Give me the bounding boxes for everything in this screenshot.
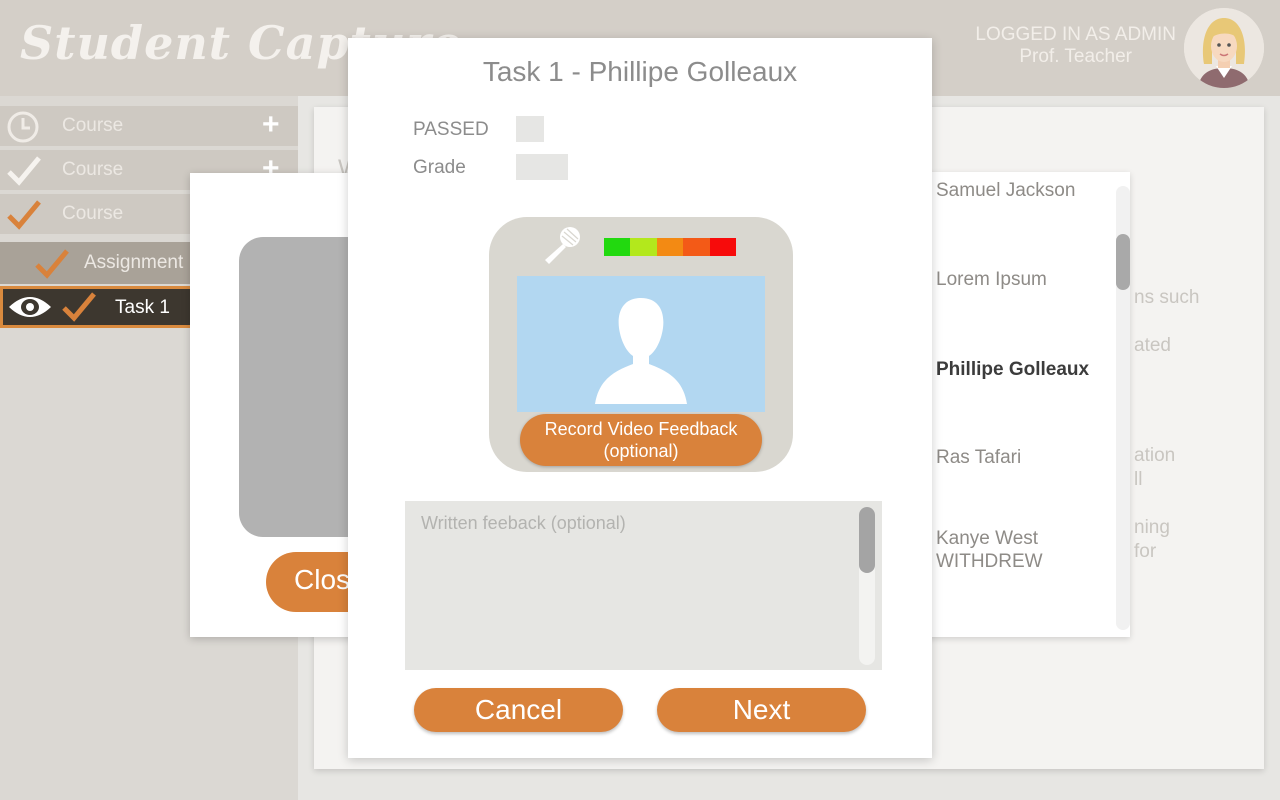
grade-input[interactable]	[516, 154, 568, 180]
text-fragment: ning	[1134, 517, 1170, 538]
student-item[interactable]: Ras Tafari	[936, 446, 1021, 469]
audio-level-meter	[604, 238, 736, 256]
student-name: Kanye West	[936, 528, 1039, 549]
level-bar	[630, 238, 657, 256]
level-bar	[656, 238, 684, 256]
camera-preview	[517, 276, 765, 412]
microphone-icon	[541, 224, 583, 271]
grade-label: Grade	[413, 157, 466, 178]
course-label: Course	[62, 115, 124, 136]
text-fragment: for	[1134, 541, 1157, 562]
grading-modal: Task 1 - Phillipe Golleaux PASSED Grade …	[348, 38, 932, 758]
student-list: Samuel Jackson Lorem Ipsum Phillipe Goll…	[918, 172, 1130, 637]
student-name: Lorem Ipsum	[936, 269, 1047, 290]
feedback-scroll-thumb[interactable]	[859, 507, 875, 573]
record-video-feedback-button[interactable]: Record Video Feedback (optional)	[520, 414, 762, 466]
student-item[interactable]: Kanye West WITHDREW	[936, 527, 1043, 573]
user-info: LOGGED IN AS ADMIN Prof. Teacher	[975, 24, 1176, 68]
record-label-optional: (optional)	[603, 441, 679, 461]
check-icon	[6, 154, 42, 194]
student-status: WITHDREW	[936, 551, 1043, 572]
text-fragment: ll	[1134, 469, 1143, 490]
course-label: Course	[62, 159, 124, 180]
student-item[interactable]: Samuel Jackson	[936, 179, 1075, 202]
passed-checkbox[interactable]	[516, 116, 544, 142]
clock-icon	[6, 110, 40, 150]
next-button[interactable]: Next	[657, 688, 866, 732]
user-name: Prof. Teacher	[1019, 46, 1133, 67]
add-course-button[interactable]: +	[262, 108, 280, 142]
person-silhouette-icon	[595, 298, 687, 404]
student-item[interactable]: Lorem Ipsum	[936, 268, 1047, 291]
record-label: Record Video Feedback	[544, 419, 738, 439]
background-modal: Clos	[190, 173, 370, 637]
cancel-button[interactable]: Cancel	[414, 688, 623, 732]
sidebar-course-1[interactable]: Course +	[0, 106, 298, 146]
text-fragment: ated	[1134, 335, 1171, 356]
check-icon-orange	[6, 198, 42, 238]
level-bar	[683, 238, 710, 256]
text-fragment: ation	[1134, 445, 1176, 466]
course-label: Course	[62, 203, 124, 224]
modal-title: Task 1 - Phillipe Golleaux	[482, 56, 798, 87]
student-item-selected[interactable]: Phillipe Golleaux	[936, 358, 1089, 381]
task-label: Task 1	[115, 297, 170, 318]
teacher-avatar-icon[interactable]	[1184, 8, 1264, 88]
student-name: Ras Tafari	[936, 447, 1022, 468]
text-fragment: ns such	[1134, 287, 1200, 308]
written-feedback-input[interactable]	[405, 501, 882, 670]
level-bar	[709, 238, 736, 256]
assignment-label: Assignment	[84, 252, 184, 273]
logged-in-as-text: LOGGED IN AS ADMIN	[975, 24, 1176, 45]
check-icon-orange	[34, 247, 70, 287]
video-recorder: Record Video Feedback (optional)	[489, 217, 793, 472]
check-icon-orange	[61, 290, 97, 330]
student-name: Phillipe Golleaux	[936, 359, 1090, 380]
level-bar	[604, 238, 631, 256]
eye-icon[interactable]	[7, 291, 53, 329]
student-list-scroll-thumb[interactable]	[1116, 234, 1130, 290]
passed-label: PASSED	[413, 119, 489, 140]
student-name: Samuel Jackson	[936, 180, 1076, 201]
